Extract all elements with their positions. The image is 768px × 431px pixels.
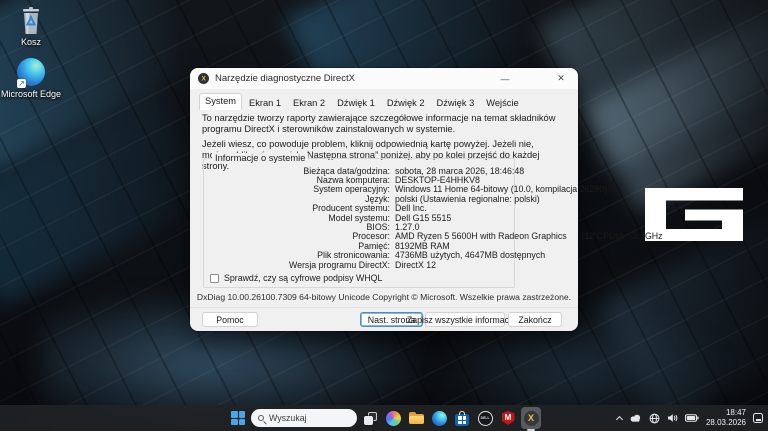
tab-wejscie[interactable]: Wejście bbox=[481, 96, 523, 110]
start-button[interactable] bbox=[228, 407, 248, 429]
tray-chevron-up-icon[interactable] bbox=[616, 416, 623, 423]
close-button[interactable]: ✕ bbox=[546, 68, 576, 89]
tab-dzwiek-1[interactable]: Dźwięk 1 bbox=[332, 96, 380, 110]
microsoft-store-icon bbox=[455, 414, 469, 426]
copilot-button[interactable] bbox=[383, 407, 403, 429]
intro-text-1: To narzędzie tworzy raporty zawierające … bbox=[202, 113, 568, 135]
info-row: BIOS:1.27.0 bbox=[204, 222, 514, 231]
search-input[interactable]: Wyszukaj bbox=[251, 409, 357, 427]
tab-ekran-2[interactable]: Ekran 2 bbox=[288, 96, 330, 110]
windows-logo-icon bbox=[231, 411, 245, 425]
dxdiag-taskbar-button[interactable]: X bbox=[521, 407, 541, 429]
exit-button[interactable]: Zakończ bbox=[508, 312, 562, 327]
onedrive-cloud-icon[interactable] bbox=[629, 413, 642, 423]
mcafee-shield-icon: M bbox=[502, 411, 515, 425]
microsoft-store-button[interactable] bbox=[452, 407, 472, 429]
checkbox-label: Sprawdź, czy są cyfrowe podpisy WHQL bbox=[224, 273, 382, 283]
tab-system[interactable]: System bbox=[199, 93, 242, 110]
info-row: Model systemu:Dell G15 5515 bbox=[204, 213, 514, 222]
directx-app-icon: X bbox=[524, 411, 539, 426]
info-row: Wersja programu DirectX:DirectX 12 bbox=[204, 260, 514, 269]
minimize-button[interactable]: — bbox=[490, 68, 520, 89]
tab-ekran-1[interactable]: Ekran 1 bbox=[244, 96, 286, 110]
search-placeholder: Wyszukaj bbox=[269, 413, 307, 423]
info-row: Producent systemu:Dell Inc. bbox=[204, 204, 514, 213]
copilot-icon bbox=[386, 411, 401, 426]
search-icon bbox=[258, 415, 264, 421]
dialog-footer: Pomoc Nast. strona Zapisz wszystkie info… bbox=[190, 307, 578, 331]
edge-icon: ↗ bbox=[16, 58, 46, 88]
system-tray: 18:47 28.03.2026 bbox=[617, 405, 763, 431]
dell-button[interactable]: DELL bbox=[475, 407, 495, 429]
battery-icon[interactable] bbox=[685, 414, 699, 422]
save-all-information-button[interactable]: Zapisz wszystkie informacje... bbox=[425, 312, 505, 327]
window-titlebar[interactable]: X Narzędzie diagnostyczne DirectX — ✕ bbox=[190, 68, 578, 89]
task-view-button[interactable] bbox=[360, 407, 380, 429]
notification-center-icon[interactable] bbox=[753, 413, 763, 423]
info-row: Bieżąca data/godzina:sobota, 28 marca 20… bbox=[204, 166, 514, 175]
info-row: Procesor:AMD Ryzen 5 5600H with Radeon G… bbox=[204, 232, 514, 241]
info-row: Język:polski (Ustawienia regionalne: pol… bbox=[204, 194, 514, 203]
file-explorer-button[interactable] bbox=[406, 407, 426, 429]
dxdiag-version-line: DxDiag 10.00.26100.7309 64-bitowy Unicod… bbox=[190, 292, 578, 302]
directx-app-icon: X bbox=[198, 73, 209, 84]
desktop-icon-edge[interactable]: ↗ Microsoft Edge bbox=[0, 58, 62, 100]
info-row: Plik stronicowania:4736MB użytych, 4647M… bbox=[204, 251, 514, 260]
window-title: Narzędzie diagnostyczne DirectX bbox=[215, 73, 490, 84]
whql-checkbox[interactable]: Sprawdź, czy są cyfrowe podpisy WHQL bbox=[210, 273, 382, 283]
mcafee-button[interactable]: M bbox=[498, 407, 518, 429]
recycle-bin-icon bbox=[16, 6, 46, 36]
system-info-rows: Bieżąca data/godzina:sobota, 28 marca 20… bbox=[204, 166, 514, 269]
system-info-groupbox: Informacje o systemie Bieżąca data/godzi… bbox=[203, 158, 515, 288]
tab-strip: System Ekran 1 Ekran 2 Dźwięk 1 Dźwięk 2… bbox=[199, 93, 524, 110]
tab-dzwiek-2[interactable]: Dźwięk 2 bbox=[382, 96, 430, 110]
checkbox-box[interactable] bbox=[210, 274, 219, 283]
groupbox-title: Informacje o systemie bbox=[212, 153, 308, 163]
tray-time: 18:47 bbox=[706, 408, 746, 418]
taskbar: Wyszukaj DELL bbox=[0, 405, 768, 431]
edge-taskbar-button[interactable] bbox=[429, 407, 449, 429]
dell-icon: DELL bbox=[478, 411, 493, 426]
info-row: Nazwa komputera:DESKTOP-E4HHKV8 bbox=[204, 175, 514, 184]
dxdiag-window: X Narzędzie diagnostyczne DirectX — ✕ Sy… bbox=[190, 68, 578, 331]
tray-date: 28.03.2026 bbox=[706, 418, 746, 428]
task-view-icon bbox=[364, 412, 377, 425]
folder-icon bbox=[409, 412, 424, 424]
info-row: System operacyjny:Windows 11 Home 64-bit… bbox=[204, 185, 514, 194]
desktop-icon-label: Microsoft Edge bbox=[0, 90, 62, 100]
shortcut-arrow-icon: ↗ bbox=[17, 79, 26, 88]
help-button[interactable]: Pomoc bbox=[202, 312, 258, 327]
volume-icon[interactable] bbox=[667, 413, 678, 423]
desktop-icon-label: Kosz bbox=[0, 38, 62, 48]
tab-dzwiek-3[interactable]: Dźwięk 3 bbox=[432, 96, 480, 110]
desktop: Kosz ↗ Microsoft Edge X Narzędzie diagno… bbox=[0, 0, 768, 431]
network-globe-icon[interactable] bbox=[649, 413, 660, 424]
info-row: Pamięć:8192MB RAM bbox=[204, 241, 514, 250]
taskbar-center: Wyszukaj DELL bbox=[228, 405, 541, 431]
edge-icon bbox=[432, 411, 447, 426]
clock[interactable]: 18:47 28.03.2026 bbox=[706, 408, 746, 427]
desktop-icon-recycle-bin[interactable]: Kosz bbox=[0, 6, 62, 48]
